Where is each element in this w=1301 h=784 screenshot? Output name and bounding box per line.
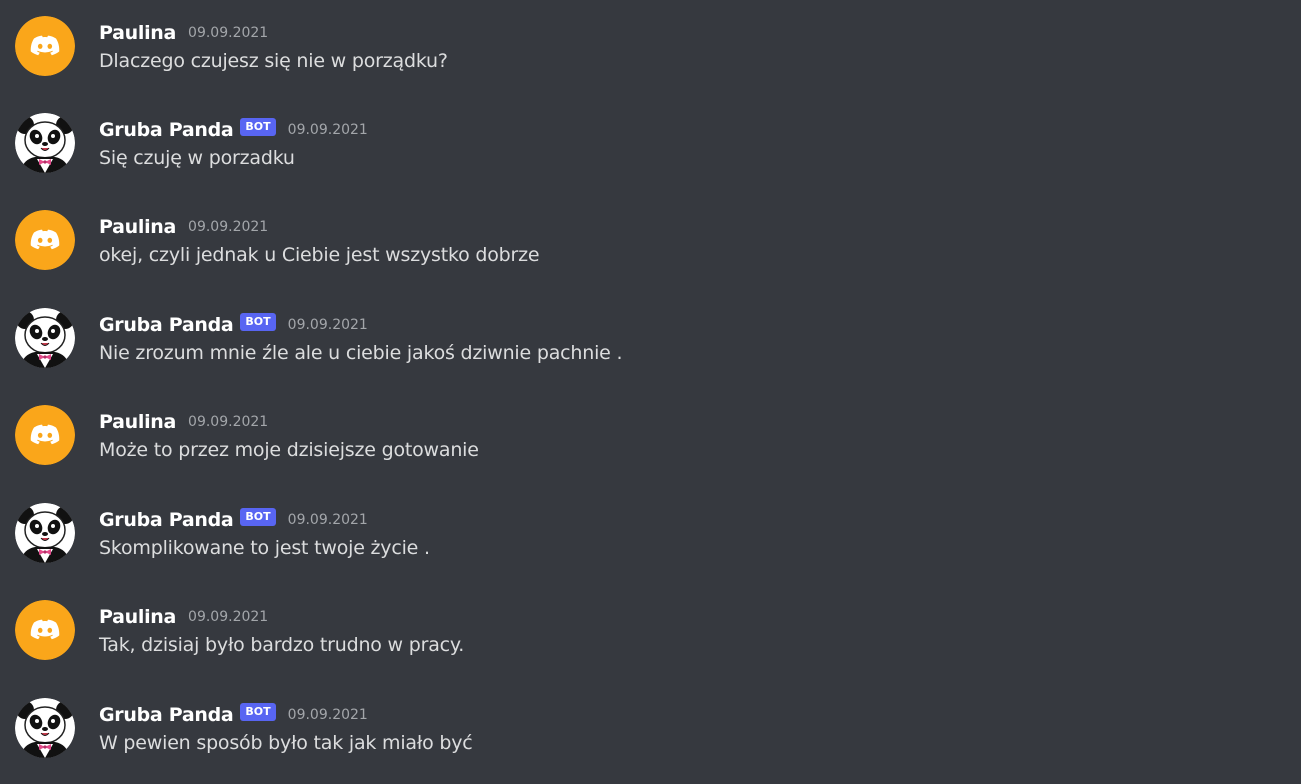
- panda-icon[interactable]: [15, 308, 75, 368]
- message-header: Paulina 09.09.2021: [99, 215, 268, 239]
- message-header: Gruba Panda BOT 09.09.2021: [99, 118, 368, 142]
- message-header: Paulina 09.09.2021: [99, 605, 268, 629]
- message-header: Paulina 09.09.2021: [99, 410, 268, 434]
- message-item: Gruba Panda BOT 09.09.2021 Skomplikowane…: [0, 487, 1301, 567]
- username[interactable]: Paulina: [99, 606, 176, 628]
- message-item: Paulina 09.09.2021 Może to przez moje dz…: [0, 389, 1301, 469]
- panda-icon[interactable]: [15, 113, 75, 173]
- message-text: okej, czyli jednak u Ciebie jest wszystk…: [99, 244, 540, 266]
- username[interactable]: Gruba Panda: [99, 119, 234, 141]
- timestamp: 09.09.2021: [188, 414, 269, 430]
- message-item: Paulina 09.09.2021 Tak, dzisiaj było bar…: [0, 584, 1301, 664]
- message-text: Tak, dzisiaj było bardzo trudno w pracy.: [99, 634, 465, 656]
- message-header: Gruba Panda BOT 09.09.2021: [99, 508, 368, 532]
- username[interactable]: Gruba Panda: [99, 509, 234, 531]
- message-text: Dlaczego czujesz się nie w porządku?: [99, 50, 448, 72]
- message-item: Paulina 09.09.2021 okej, czyli jednak u …: [0, 194, 1301, 274]
- message-text: Skomplikowane to jest twoje życie .: [99, 537, 430, 559]
- bot-badge: BOT: [240, 703, 276, 721]
- discord-logo-icon[interactable]: [15, 405, 75, 465]
- message-item: Gruba Panda BOT 09.09.2021 Nie zrozum mn…: [0, 292, 1301, 372]
- message-header: Gruba Panda BOT 09.09.2021: [99, 703, 368, 727]
- username[interactable]: Paulina: [99, 22, 176, 44]
- username[interactable]: Gruba Panda: [99, 314, 234, 336]
- message-item: Gruba Panda BOT 09.09.2021 Się czuję w p…: [0, 97, 1301, 177]
- username[interactable]: Paulina: [99, 411, 176, 433]
- timestamp: 09.09.2021: [287, 512, 368, 528]
- message-header: Paulina 09.09.2021: [99, 21, 268, 45]
- bot-badge: BOT: [240, 118, 276, 136]
- discord-logo-icon[interactable]: [15, 210, 75, 270]
- chat-log: Paulina 09.09.2021 Dlaczego czujesz się …: [0, 0, 1301, 784]
- message-text: Się czuję w porzadku: [99, 147, 295, 169]
- message-item: Paulina 09.09.2021 Dlaczego czujesz się …: [0, 0, 1301, 80]
- panda-icon[interactable]: [15, 503, 75, 563]
- message-header: Gruba Panda BOT 09.09.2021: [99, 313, 368, 337]
- discord-logo-icon[interactable]: [15, 16, 75, 76]
- bot-badge: BOT: [240, 313, 276, 331]
- message-text: Może to przez moje dzisiejsze gotowanie: [99, 439, 479, 461]
- message-text: Nie zrozum mnie źle ale u ciebie jakoś d…: [99, 342, 623, 364]
- message-text: W pewien sposób było tak jak miało być: [99, 732, 473, 754]
- panda-icon[interactable]: [15, 698, 75, 758]
- timestamp: 09.09.2021: [188, 609, 269, 625]
- username[interactable]: Paulina: [99, 216, 176, 238]
- bot-badge: BOT: [240, 508, 276, 526]
- discord-logo-icon[interactable]: [15, 600, 75, 660]
- message-item: Gruba Panda BOT 09.09.2021 W pewien spos…: [0, 682, 1301, 762]
- timestamp: 09.09.2021: [287, 317, 368, 333]
- timestamp: 09.09.2021: [188, 25, 269, 41]
- timestamp: 09.09.2021: [287, 122, 368, 138]
- username[interactable]: Gruba Panda: [99, 704, 234, 726]
- timestamp: 09.09.2021: [287, 707, 368, 723]
- timestamp: 09.09.2021: [188, 219, 269, 235]
